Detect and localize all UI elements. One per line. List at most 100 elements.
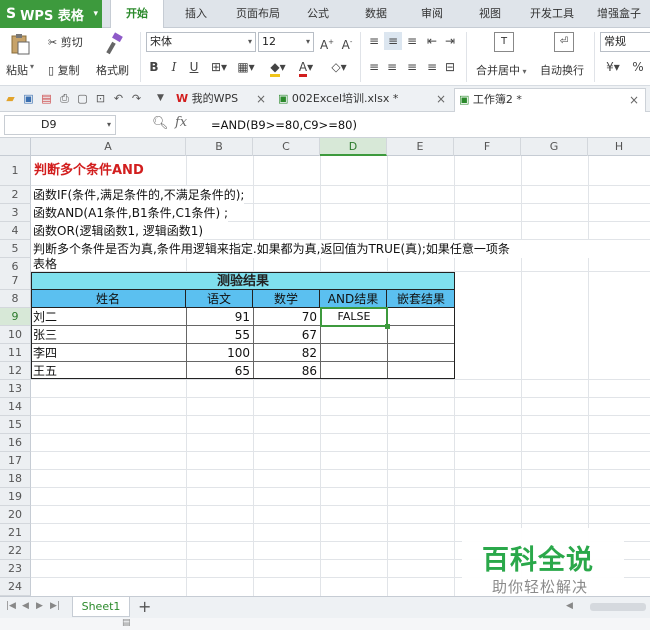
search-icon[interactable]: 🔍︎ bbox=[152, 116, 169, 131]
selected-cell-d9[interactable] bbox=[320, 307, 388, 327]
row-header-23[interactable]: 23 bbox=[0, 560, 31, 578]
number-format-select[interactable]: 常规 bbox=[600, 32, 650, 52]
row-header-12[interactable]: 12 bbox=[0, 362, 31, 380]
table-row-3-nested[interactable] bbox=[388, 344, 454, 362]
table-row-4-math[interactable]: 86 bbox=[254, 362, 320, 380]
name-box[interactable]: D9 ▾ bbox=[4, 115, 116, 135]
print-preview-icon[interactable]: ▢ bbox=[76, 92, 89, 105]
close-icon[interactable]: × bbox=[629, 89, 639, 111]
header-math[interactable]: 数学 bbox=[253, 290, 320, 308]
currency-icon[interactable]: ¥▾ bbox=[602, 58, 624, 76]
column-header-g[interactable]: G bbox=[521, 138, 588, 156]
cell-a3[interactable]: 函数AND(A1条件,B1条件,C1条件) ; bbox=[31, 204, 229, 222]
print-icon[interactable]: ⎙ bbox=[58, 92, 71, 105]
row-header-19[interactable]: 19 bbox=[0, 488, 31, 506]
row-header-14[interactable]: 14 bbox=[0, 398, 31, 416]
cell-a6[interactable]: 表格 bbox=[31, 255, 57, 273]
table-row-3-chinese[interactable]: 100 bbox=[187, 344, 253, 362]
table-row-2-nested[interactable] bbox=[388, 326, 454, 344]
tab-page-layout[interactable]: 页面布局 bbox=[228, 0, 288, 28]
redo-icon[interactable]: ↷ bbox=[130, 92, 143, 105]
table-title[interactable]: 测验结果 bbox=[31, 272, 455, 290]
scroll-left-icon[interactable]: ◀ bbox=[566, 601, 573, 611]
distribute-icon[interactable]: ⊟ bbox=[442, 58, 458, 76]
open-folder-icon[interactable]: ▰ bbox=[4, 92, 17, 105]
align-top-icon[interactable]: ≡ bbox=[366, 32, 382, 50]
insert-function-button[interactable]: fx bbox=[175, 115, 187, 130]
tab-view[interactable]: 视图 bbox=[472, 0, 508, 28]
row-header-15[interactable]: 15 bbox=[0, 416, 31, 434]
align-center-icon[interactable]: ≡ bbox=[384, 58, 400, 76]
merge-center-button[interactable]: 合并居中 ▾ bbox=[476, 62, 527, 78]
decrease-font-icon[interactable]: A- bbox=[338, 33, 356, 54]
row-header-8[interactable]: 8 bbox=[0, 290, 31, 308]
font-name-select[interactable]: 宋体 ▾ bbox=[146, 32, 256, 52]
sheet-tab-sheet1[interactable]: Sheet1 bbox=[72, 597, 130, 617]
row-header-22[interactable]: 22 bbox=[0, 542, 31, 560]
indent-decrease-icon[interactable]: ⇤ bbox=[424, 32, 440, 50]
increase-font-icon[interactable]: A+ bbox=[318, 33, 336, 54]
column-header-a[interactable]: A bbox=[31, 138, 186, 156]
copy-button[interactable]: ▯ 复制 bbox=[48, 62, 80, 78]
tab-data[interactable]: 数据 bbox=[358, 0, 394, 28]
italic-button[interactable]: I bbox=[166, 58, 182, 76]
first-sheet-icon[interactable]: |◀ bbox=[6, 601, 16, 611]
row-header-4[interactable]: 4 bbox=[0, 222, 31, 240]
cell-a4[interactable]: 函数OR(逻辑函数1, 逻辑函数1) bbox=[31, 222, 204, 240]
table-row-1-math[interactable]: 70 bbox=[254, 308, 320, 326]
underline-button[interactable]: U bbox=[186, 58, 202, 76]
row-header-17[interactable]: 17 bbox=[0, 452, 31, 470]
table-row-4-and-result[interactable] bbox=[321, 362, 387, 380]
row-header-9[interactable]: 9 bbox=[0, 308, 31, 326]
header-chinese[interactable]: 语文 bbox=[186, 290, 253, 308]
row-header-24[interactable]: 24 bbox=[0, 578, 31, 596]
justify-icon[interactable]: ≡ bbox=[424, 58, 440, 76]
doc-tab-excel-training[interactable]: ▣ 002Excel培训.xlsx * × bbox=[274, 88, 452, 112]
align-middle-icon[interactable]: ≡ bbox=[384, 32, 402, 50]
row-header-18[interactable]: 18 bbox=[0, 470, 31, 488]
header-nested-result[interactable]: 嵌套结果 bbox=[387, 290, 455, 308]
table-row-3-name[interactable]: 李四 bbox=[33, 344, 185, 362]
merge-center-icon[interactable]: T bbox=[494, 32, 514, 52]
prev-sheet-icon[interactable]: ◀ bbox=[22, 601, 29, 611]
wrap-text-icon[interactable]: ⏎ bbox=[554, 32, 574, 52]
column-header-h[interactable]: H bbox=[588, 138, 650, 156]
undo-icon[interactable]: ↶ bbox=[112, 92, 125, 105]
bold-button[interactable]: B bbox=[146, 58, 162, 76]
export-pdf-icon[interactable]: ▤ bbox=[40, 92, 53, 105]
format-painter-icon[interactable] bbox=[104, 32, 128, 56]
table-row-2-name[interactable]: 张三 bbox=[33, 326, 185, 344]
table-row-2-and-result[interactable] bbox=[321, 326, 387, 344]
row-header-20[interactable]: 20 bbox=[0, 506, 31, 524]
column-header-e[interactable]: E bbox=[387, 138, 454, 156]
header-and-result[interactable]: AND结果 bbox=[320, 290, 387, 308]
tab-review[interactable]: 审阅 bbox=[414, 0, 450, 28]
tab-developer[interactable]: 开发工具 bbox=[524, 0, 580, 28]
fill-color-icon[interactable]: ◆▾ bbox=[266, 58, 290, 77]
font-size-select[interactable]: 12 ▾ bbox=[258, 32, 314, 52]
row-header-11[interactable]: 11 bbox=[0, 344, 31, 362]
table-row-2-chinese[interactable]: 55 bbox=[187, 326, 253, 344]
column-header-f[interactable]: F bbox=[454, 138, 521, 156]
paste-dropdown-icon[interactable]: ▾ bbox=[30, 62, 34, 71]
table-row-3-math[interactable]: 82 bbox=[254, 344, 320, 362]
select-all-corner[interactable] bbox=[0, 138, 31, 156]
table-row-1-name[interactable]: 刘二 bbox=[33, 308, 185, 326]
add-sheet-button[interactable]: + bbox=[138, 597, 151, 617]
paste-button[interactable]: 粘贴 bbox=[6, 62, 28, 78]
fill-handle[interactable] bbox=[385, 324, 390, 329]
column-header-b[interactable]: B bbox=[186, 138, 253, 156]
redo-check-icon[interactable]: ⊡ bbox=[94, 92, 107, 105]
tab-insert[interactable]: 插入 bbox=[176, 0, 216, 28]
format-painter-button[interactable]: 格式刷 bbox=[96, 62, 129, 78]
paste-icon[interactable] bbox=[8, 32, 36, 56]
font-color-icon[interactable]: A▾ bbox=[294, 58, 318, 77]
tab-formulas[interactable]: 公式 bbox=[300, 0, 336, 28]
row-header-7[interactable]: 7 bbox=[0, 272, 31, 290]
column-header-d[interactable]: D bbox=[320, 138, 387, 156]
doc-tab-my-wps[interactable]: W 我的WPS × bbox=[172, 88, 272, 112]
table-row-3-and-result[interactable] bbox=[321, 344, 387, 362]
clear-format-icon[interactable]: ◇▾ bbox=[326, 58, 352, 76]
cut-button[interactable]: ✂ 剪切 bbox=[48, 34, 83, 50]
align-bottom-icon[interactable]: ≡ bbox=[404, 32, 420, 50]
